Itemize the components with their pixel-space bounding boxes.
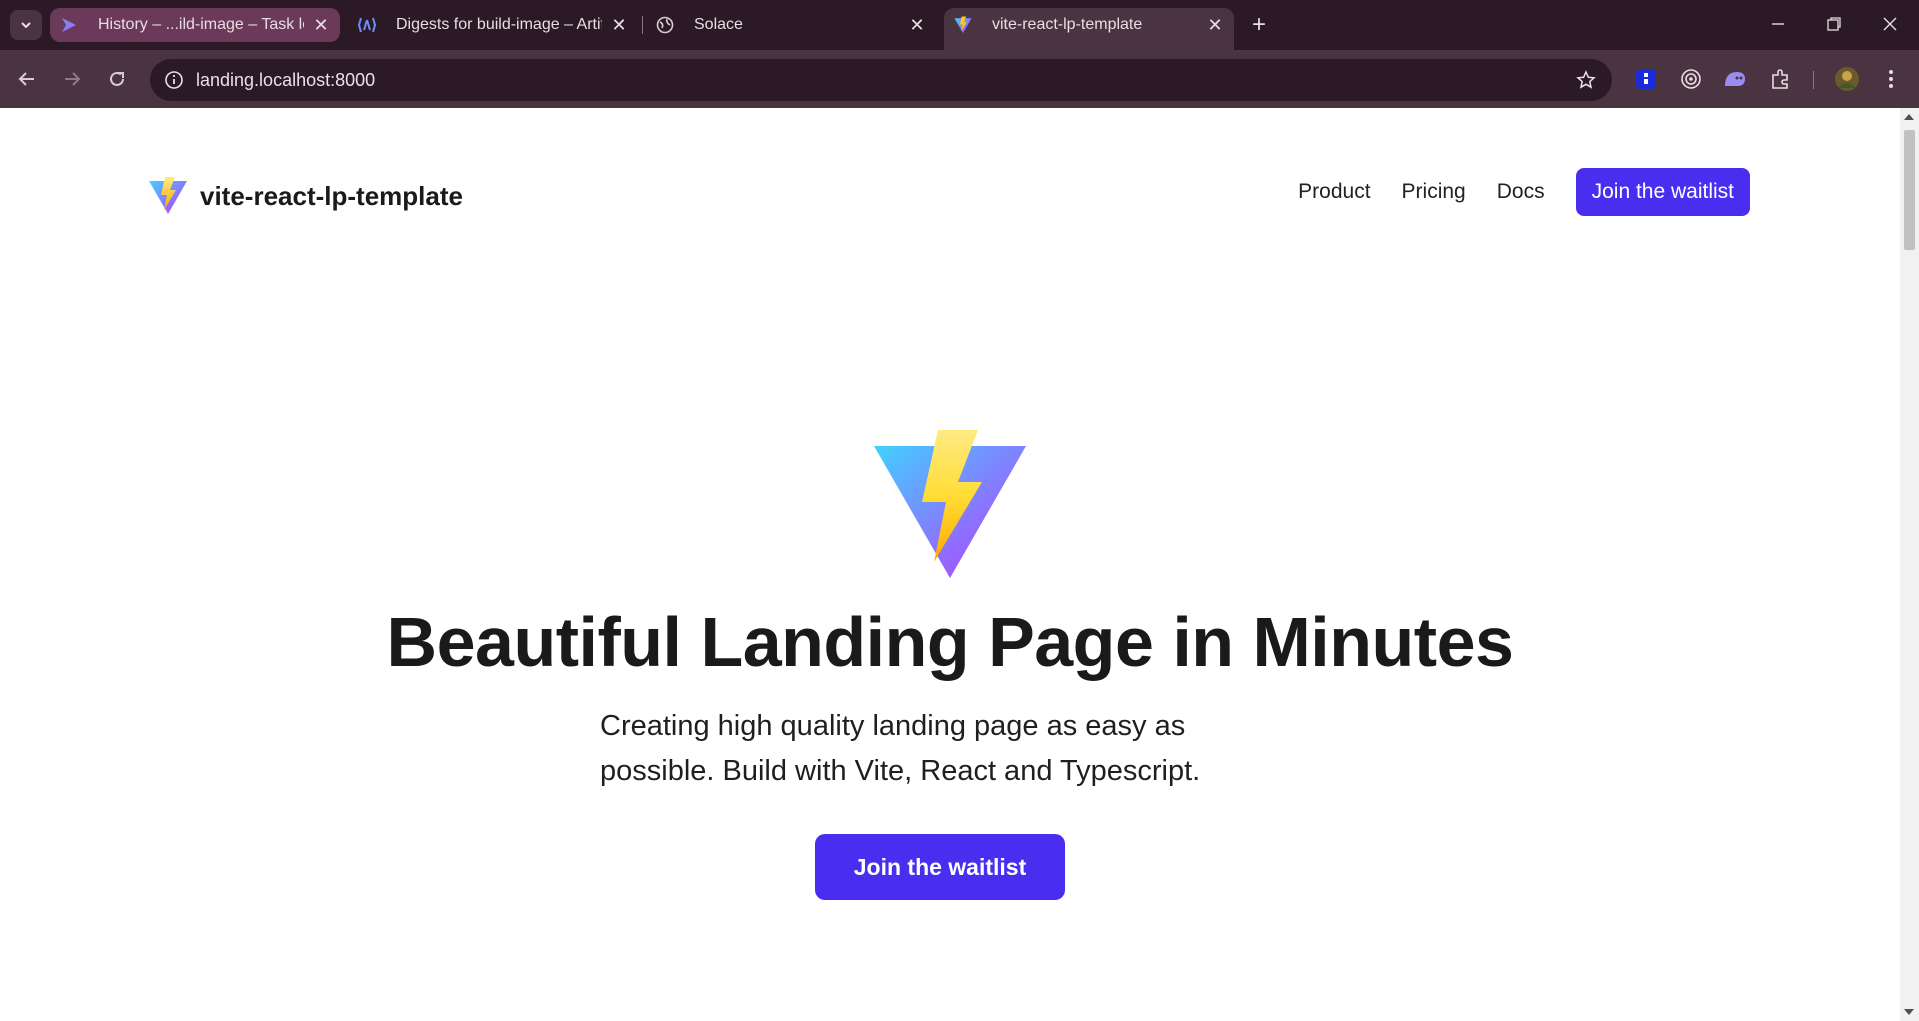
scroll-up-arrow-icon[interactable] <box>1904 114 1914 120</box>
reload-button[interactable] <box>100 62 134 96</box>
brand-name: vite-react-lp-template <box>200 180 463 211</box>
tab-title: vite-react-lp-template <box>992 16 1143 33</box>
minimize-button[interactable] <box>1758 8 1798 40</box>
tab-vite-react-lp-template[interactable]: vite-react-lp-template ✕ <box>944 8 1234 50</box>
tab-solace[interactable]: Solace ✕ <box>646 8 936 42</box>
address-text: landing.localhost:8000 <box>196 70 376 90</box>
scroll-thumb[interactable] <box>1904 130 1915 250</box>
tab-title: Digests for build-image – Artifacts <box>396 16 602 33</box>
kebab-menu-icon[interactable] <box>1876 64 1906 94</box>
restore-button[interactable] <box>1814 8 1854 40</box>
toolbar-separator <box>1813 71 1814 89</box>
brand-link[interactable]: vite-react-lp-template <box>148 176 463 216</box>
tab-digests[interactable]: Digests for build-image – Artifacts ✕ <box>348 8 638 42</box>
close-icon[interactable]: ✕ <box>1206 16 1224 34</box>
minimize-icon <box>1772 23 1784 25</box>
restore-icon <box>1827 17 1841 31</box>
back-button[interactable] <box>10 62 44 96</box>
page-viewport: vite-react-lp-template Product Pricing D… <box>0 108 1900 1021</box>
info-icon[interactable] <box>162 68 186 92</box>
vite-logo-icon <box>149 177 187 214</box>
forward-icon <box>65 72 81 86</box>
chevron-down-icon <box>21 22 31 29</box>
address-bar[interactable]: landing.localhost:8000 <box>150 59 1612 101</box>
forward-button[interactable] <box>55 62 89 96</box>
close-icon[interactable]: ✕ <box>908 16 926 34</box>
vite-logo-icon <box>954 16 972 34</box>
tab-title: History – ...ild-image – Task logs <box>98 16 304 33</box>
extension-one-icon[interactable] <box>1631 64 1661 94</box>
hero-subtitle: Creating high quality landing page as ea… <box>600 710 1201 787</box>
join-waitlist-hero-button[interactable]: Join the waitlist <box>815 834 1065 900</box>
close-icon <box>1883 17 1897 31</box>
browser-toolbar: landing.localhost:8000 <box>0 50 1919 108</box>
tab-separator <box>642 16 643 34</box>
azure-artifacts-icon <box>358 16 376 34</box>
tab-search-button[interactable] <box>10 10 42 40</box>
tab-title: Solace <box>694 16 743 33</box>
extension-two-icon[interactable] <box>1676 64 1706 94</box>
nav-docs[interactable]: Docs <box>1497 180 1545 204</box>
join-waitlist-nav-button[interactable]: Join the waitlist <box>1575 168 1750 216</box>
close-icon[interactable]: ✕ <box>312 16 330 34</box>
nav-product[interactable]: Product <box>1298 180 1370 204</box>
window-close-button[interactable] <box>1870 8 1910 40</box>
scroll-down-arrow-icon[interactable] <box>1904 1009 1914 1015</box>
new-tab-button[interactable]: + <box>1244 10 1274 40</box>
tab-history[interactable]: History – ...ild-image – Task logs ✕ <box>50 8 340 42</box>
azure-pipelines-icon <box>60 16 78 34</box>
profile-avatar[interactable] <box>1832 64 1862 94</box>
close-icon[interactable]: ✕ <box>610 16 628 34</box>
globe-icon <box>656 16 674 34</box>
puzzle-icon[interactable] <box>1766 64 1796 94</box>
hero-title: Beautiful Landing Page in Minutes <box>386 603 1514 681</box>
star-icon[interactable] <box>1574 68 1598 92</box>
nav-pricing[interactable]: Pricing <box>1402 180 1466 204</box>
main-nav: Product Pricing Docs Join the waitlist <box>1298 168 1750 216</box>
hero-vite-logo-icon <box>870 426 1030 591</box>
site-header: vite-react-lp-template Product Pricing D… <box>148 168 1750 222</box>
extension-three-icon[interactable] <box>1720 64 1750 94</box>
back-icon <box>18 72 34 86</box>
tab-strip: History – ...ild-image – Task logs ✕ Dig… <box>0 0 1919 50</box>
reload-icon <box>110 71 124 86</box>
page-scrollbar[interactable] <box>1900 108 1919 1021</box>
